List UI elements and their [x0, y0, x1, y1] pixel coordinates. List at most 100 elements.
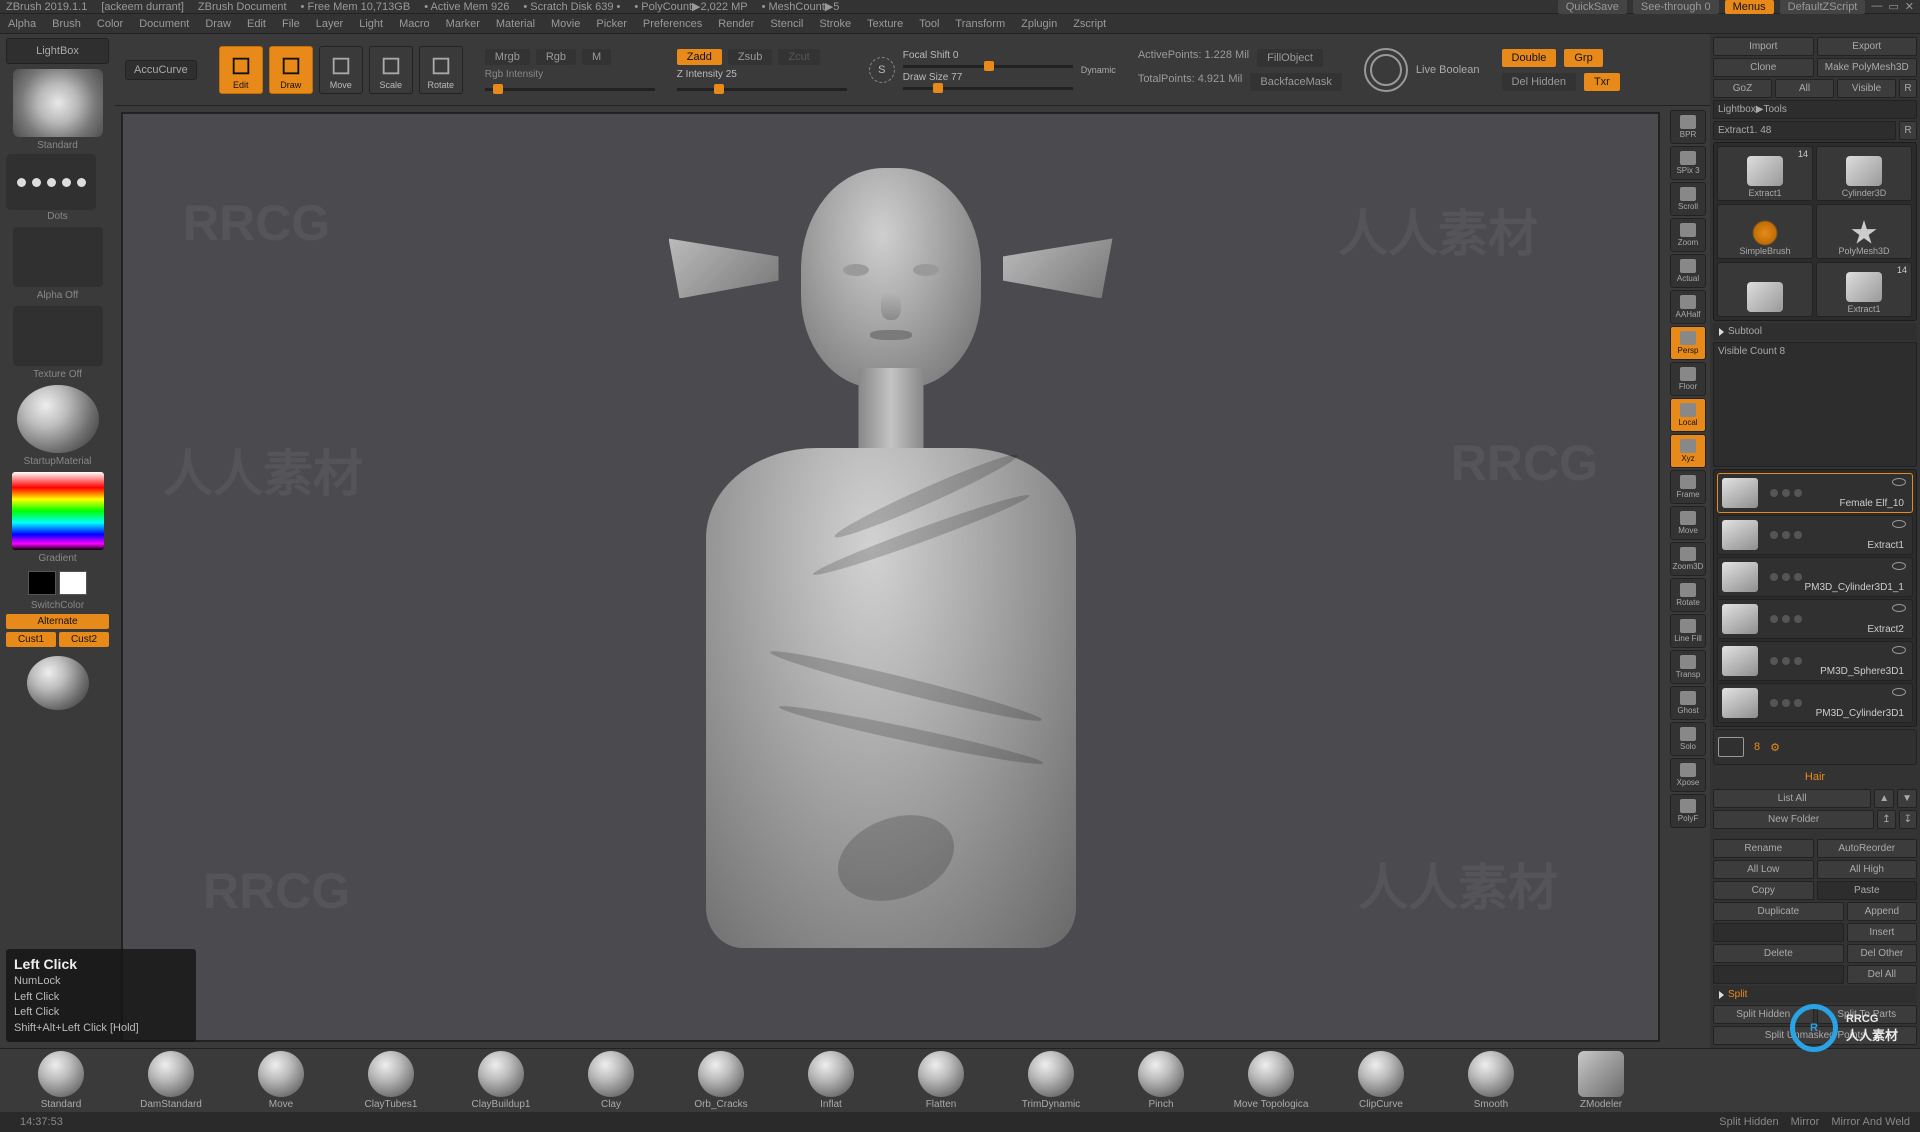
edit-button[interactable]: Edit: [219, 46, 263, 94]
subtool-header[interactable]: Subtool: [1713, 323, 1917, 340]
menu-zscript[interactable]: Zscript: [1073, 18, 1106, 30]
gear-icon[interactable]: ⚙: [1770, 741, 1780, 754]
backfacemask-button[interactable]: BackfaceMask: [1250, 73, 1342, 91]
tool-thumb[interactable]: PolyMesh3D: [1816, 204, 1912, 259]
zoom3d-button[interactable]: Zoom3D: [1670, 542, 1706, 576]
alpha-thumb[interactable]: [13, 227, 103, 287]
color-picker[interactable]: [12, 472, 104, 550]
dynamic-button[interactable]: Dynamic: [1081, 65, 1116, 75]
rotate-button[interactable]: Rotate: [419, 46, 463, 94]
swatch-black[interactable]: [28, 571, 56, 595]
scroll-button[interactable]: Scroll: [1670, 182, 1706, 216]
append-button[interactable]: Append: [1847, 902, 1917, 921]
split-header[interactable]: Split: [1713, 986, 1917, 1003]
arrow-down-icon[interactable]: ▼: [1897, 789, 1917, 808]
tool-thumb[interactable]: SimpleBrush: [1717, 204, 1813, 259]
import-button[interactable]: Import: [1713, 37, 1814, 56]
quicksave-button[interactable]: QuickSave: [1558, 0, 1627, 14]
double-button[interactable]: Double: [1502, 49, 1557, 67]
r2-button[interactable]: R: [1899, 121, 1917, 140]
tool-thumb[interactable]: Cylinder3D: [1816, 146, 1912, 201]
autoreorder-button[interactable]: AutoReorder: [1817, 839, 1918, 858]
copy-button[interactable]: Copy: [1713, 881, 1814, 900]
paste-button[interactable]: Paste: [1817, 881, 1918, 900]
brush-clipcurve[interactable]: ClipCurve: [1332, 1051, 1430, 1110]
material-thumb[interactable]: [17, 385, 99, 453]
menu-marker[interactable]: Marker: [446, 18, 480, 30]
zsub-button[interactable]: Zsub: [728, 49, 772, 65]
menu-draw[interactable]: Draw: [205, 18, 231, 30]
export-button[interactable]: Export: [1817, 37, 1918, 56]
menu-layer[interactable]: Layer: [316, 18, 344, 30]
brush-claytubes1[interactable]: ClayTubes1: [342, 1051, 440, 1110]
newfolder-button[interactable]: New Folder: [1713, 810, 1874, 829]
z-intensity-slider[interactable]: [677, 88, 847, 91]
draw-button[interactable]: Draw: [269, 46, 313, 94]
seethrough-button[interactable]: See-through 0: [1633, 0, 1719, 14]
delhidden-button[interactable]: Del Hidden: [1502, 73, 1576, 91]
menu-texture[interactable]: Texture: [867, 18, 903, 30]
menu-movie[interactable]: Movie: [551, 18, 580, 30]
brush-orb_cracks[interactable]: Orb_Cracks: [672, 1051, 770, 1110]
scale-button[interactable]: Scale: [369, 46, 413, 94]
status-mirror[interactable]: Mirror: [1791, 1116, 1820, 1128]
brush-inflat[interactable]: Inflat: [782, 1051, 880, 1110]
menu-light[interactable]: Light: [359, 18, 383, 30]
menu-edit[interactable]: Edit: [247, 18, 266, 30]
brush-trimdynamic[interactable]: TrimDynamic: [1002, 1051, 1100, 1110]
menu-alpha[interactable]: Alpha: [8, 18, 36, 30]
default-zscript[interactable]: DefaultZScript: [1780, 0, 1866, 14]
persp-button[interactable]: Persp: [1670, 326, 1706, 360]
makepoly-button[interactable]: Make PolyMesh3D: [1817, 58, 1918, 77]
lightbox-tools[interactable]: Lightbox▶Tools: [1713, 100, 1917, 119]
brush-pinch[interactable]: Pinch: [1112, 1051, 1210, 1110]
r-button[interactable]: R: [1899, 79, 1917, 98]
menu-material[interactable]: Material: [496, 18, 535, 30]
insert-button[interactable]: Insert: [1847, 923, 1917, 942]
grp-button[interactable]: Grp: [1564, 49, 1602, 67]
brush-move-topologica[interactable]: Move Topologica: [1222, 1051, 1320, 1110]
brush-damstandard[interactable]: DamStandard: [122, 1051, 220, 1110]
floor-button[interactable]: Floor: [1670, 362, 1706, 396]
ghost-button[interactable]: Ghost: [1670, 686, 1706, 720]
move-button[interactable]: Move: [1670, 506, 1706, 540]
polyf-button[interactable]: PolyF: [1670, 794, 1706, 828]
clone-button[interactable]: Clone: [1713, 58, 1814, 77]
duplicate-button[interactable]: Duplicate: [1713, 902, 1844, 921]
subtool-row[interactable]: PM3D_Sphere3D1: [1717, 641, 1913, 681]
stroke-thumb[interactable]: [6, 154, 96, 210]
texture-thumb[interactable]: [13, 306, 103, 366]
rotate-button[interactable]: Rotate: [1670, 578, 1706, 612]
rename-button[interactable]: Rename: [1713, 839, 1814, 858]
zcut-button[interactable]: Zcut: [778, 49, 819, 65]
menu-file[interactable]: File: [282, 18, 300, 30]
all-button[interactable]: All: [1775, 79, 1834, 98]
tool-thumb[interactable]: 14Extract1: [1717, 146, 1813, 201]
subtool-row[interactable]: Female Elf_10: [1717, 473, 1913, 513]
status-mirrorweld[interactable]: Mirror And Weld: [1831, 1116, 1910, 1128]
menu-macro[interactable]: Macro: [399, 18, 430, 30]
switchcolor-label[interactable]: SwitchColor: [6, 600, 109, 611]
rgb-button[interactable]: Rgb: [536, 49, 576, 65]
m-button[interactable]: M: [582, 49, 611, 65]
actual-button[interactable]: Actual: [1670, 254, 1706, 288]
allhigh-button[interactable]: All High: [1817, 860, 1918, 879]
subtool-row[interactable]: Extract1: [1717, 515, 1913, 555]
brush-move[interactable]: Move: [232, 1051, 330, 1110]
menu-transform[interactable]: Transform: [955, 18, 1005, 30]
mrgb-button[interactable]: Mrgb: [485, 49, 530, 65]
brush-claybuildup1[interactable]: ClayBuildup1: [452, 1051, 550, 1110]
txr-button[interactable]: Txr: [1584, 73, 1620, 91]
goz-button[interactable]: GoZ: [1713, 79, 1772, 98]
zadd-button[interactable]: Zadd: [677, 49, 722, 65]
arrow-up-icon[interactable]: ▲: [1874, 789, 1894, 808]
menu-render[interactable]: Render: [718, 18, 754, 30]
move-button[interactable]: Move: [319, 46, 363, 94]
brush-thumb[interactable]: [13, 69, 103, 137]
viewport[interactable]: RRCG 人人素材 人人素材 RRCG RRCG 人人素材: [121, 112, 1660, 1042]
delete-button[interactable]: Delete: [1713, 944, 1844, 963]
line-fill-button[interactable]: Line Fill: [1670, 614, 1706, 648]
window-min-icon[interactable]: —: [1871, 0, 1882, 14]
menu-preferences[interactable]: Preferences: [643, 18, 702, 30]
swatch-white[interactable]: [59, 571, 87, 595]
